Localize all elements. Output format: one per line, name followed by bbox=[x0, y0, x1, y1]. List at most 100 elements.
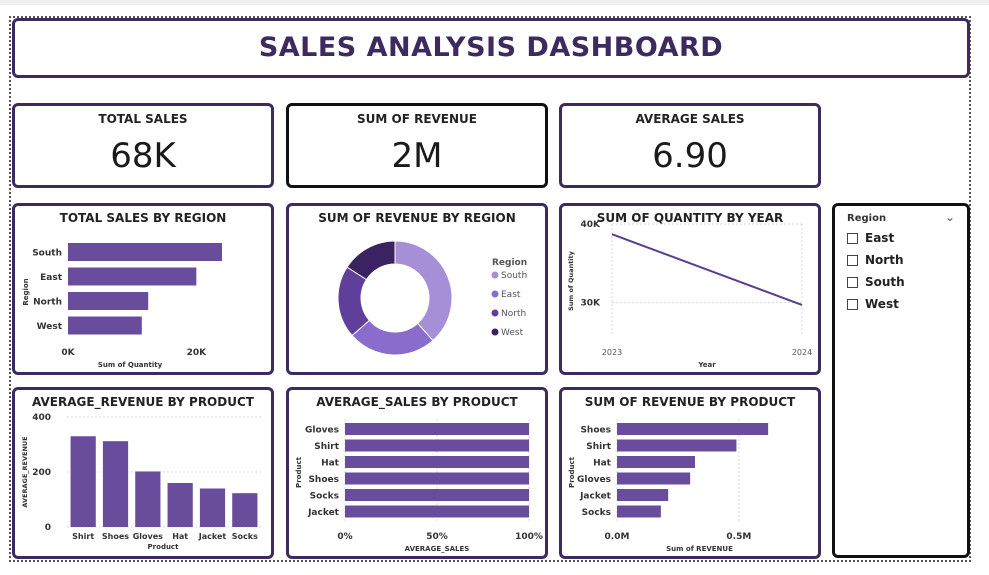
chart-sum-of-quantity-by-year[interactable]: SUM OF QUANTITY BY YEAR 40K 30K 2023 2024 Ye… bbox=[559, 203, 821, 375]
axis-label: AVERAGE_REVENUE bbox=[21, 436, 29, 507]
chevron-down-icon[interactable]: ⌄ bbox=[945, 210, 955, 224]
tick-label: 0 bbox=[45, 523, 51, 533]
category-label: Hat bbox=[321, 459, 340, 469]
window-top-strip bbox=[0, 0, 989, 5]
chart-svg: 400 200 0 Shirt Shoes Gloves Hat Jacket Socks Pro… bbox=[21, 413, 261, 551]
category-label: West bbox=[37, 322, 63, 332]
bar bbox=[617, 439, 737, 452]
category-label: Gloves bbox=[133, 532, 163, 541]
series-line bbox=[611, 233, 803, 306]
pie-slice bbox=[394, 240, 453, 342]
tick-label: 2024 bbox=[792, 348, 812, 357]
category-label: Jacket bbox=[307, 508, 340, 518]
kpi-card-average-sales[interactable]: AVERAGE SALES 6.90 bbox=[559, 103, 821, 188]
legend-marker bbox=[491, 328, 499, 336]
slicer-option-label: South bbox=[865, 275, 905, 289]
category-label: Shirt bbox=[586, 442, 611, 452]
kpi-card-sum-of-revenue[interactable]: SUM OF REVENUE 2M bbox=[286, 103, 548, 188]
bar bbox=[617, 423, 769, 435]
bar bbox=[68, 267, 197, 286]
legend-title: Region bbox=[492, 258, 527, 268]
bar bbox=[68, 243, 222, 261]
bar bbox=[345, 456, 529, 468]
chart-sum-of-revenue-by-region[interactable]: SUM OF REVENUE BY REGION Region South East… bbox=[286, 203, 548, 375]
bar bbox=[345, 472, 529, 485]
checkbox[interactable] bbox=[847, 276, 858, 288]
bar bbox=[617, 489, 669, 501]
bar bbox=[617, 472, 691, 485]
checkbox[interactable] bbox=[847, 232, 858, 244]
chart-sum-of-revenue-by-product[interactable]: SUM OF REVENUE BY PRODUCT Shoes Shirt Hat G… bbox=[559, 387, 821, 559]
legend-label: North bbox=[501, 309, 526, 319]
tick-label: 20K bbox=[187, 348, 208, 358]
bar bbox=[70, 436, 96, 527]
category-label: North bbox=[33, 298, 62, 308]
category-label: Gloves bbox=[305, 426, 339, 436]
category-label: Shoes bbox=[102, 532, 129, 541]
legend-label: West bbox=[501, 328, 524, 338]
region-slicer[interactable]: Region ⌄ East North South West bbox=[832, 203, 970, 558]
legend-marker bbox=[491, 271, 499, 279]
tick-label: 50% bbox=[426, 532, 448, 542]
legend-label: South bbox=[501, 271, 527, 281]
bar bbox=[345, 505, 529, 518]
kpi-label: TOTAL SALES bbox=[98, 112, 188, 126]
chart-svg: South East North West 0K 20K Sum of Quantity Re… bbox=[22, 243, 222, 369]
chart-svg: 40K 30K 2023 2024 Year Sum of Quantity bbox=[567, 220, 812, 369]
category-label: Socks bbox=[232, 532, 258, 541]
category-label: Jacket bbox=[198, 532, 227, 541]
chart-total-sales-by-region[interactable]: TOTAL SALES BY REGION South East North West… bbox=[12, 203, 274, 375]
category-label: Socks bbox=[310, 492, 339, 502]
bar bbox=[345, 423, 529, 435]
tick-label: 400 bbox=[32, 413, 51, 423]
slicer-option-east[interactable]: East bbox=[847, 231, 894, 245]
slicer-title: Region bbox=[847, 213, 887, 224]
tick-label: 0.0M bbox=[605, 532, 630, 542]
axis-label: Sum of Quantity bbox=[98, 361, 163, 369]
slicer-option-label: East bbox=[865, 231, 895, 245]
checkbox[interactable] bbox=[847, 298, 858, 310]
tick-label: 0.5M bbox=[726, 532, 751, 542]
tick-label: 40K bbox=[581, 220, 602, 230]
slicer-option-west[interactable]: West bbox=[847, 297, 899, 311]
category-label: Shoes bbox=[580, 426, 611, 436]
category-label: South bbox=[32, 249, 62, 259]
chart-svg: Region South East North West bbox=[337, 240, 527, 356]
chart-average-revenue-by-product[interactable]: AVERAGE_REVENUE BY PRODUCT 400 200 0 Shirt S… bbox=[12, 387, 274, 559]
legend-marker bbox=[491, 309, 499, 317]
kpi-label: SUM OF REVENUE bbox=[357, 112, 477, 126]
axis-label: Product bbox=[568, 456, 576, 488]
slicer-option-south[interactable]: South bbox=[847, 275, 905, 289]
axis-label: Product bbox=[148, 543, 180, 551]
bar bbox=[102, 441, 129, 527]
kpi-value: 6.90 bbox=[652, 136, 728, 176]
axis-label: Year bbox=[697, 361, 716, 369]
kpi-card-total-sales[interactable]: TOTAL SALES 68K bbox=[12, 103, 274, 188]
category-label: Hat bbox=[593, 459, 612, 469]
axis-label: AVERAGE_SALES bbox=[405, 545, 470, 553]
bar bbox=[232, 493, 258, 527]
category-label: East bbox=[40, 273, 63, 283]
bar bbox=[167, 483, 193, 527]
slicer-option-north[interactable]: North bbox=[847, 253, 903, 267]
axis-label: Sum of Quantity bbox=[567, 250, 575, 311]
dashboard-title: SALES ANALYSIS DASHBOARD bbox=[258, 32, 724, 63]
slicer-option-label: West bbox=[865, 297, 899, 311]
title-card: SALES ANALYSIS DASHBOARD bbox=[12, 18, 970, 78]
axis-label: Product bbox=[295, 456, 303, 488]
bar bbox=[617, 456, 695, 468]
axis-label: Sum of REVENUE bbox=[666, 545, 733, 553]
slicer-option-label: North bbox=[865, 253, 904, 267]
tick-label: 0% bbox=[337, 532, 352, 542]
category-label: Jacket bbox=[579, 492, 612, 502]
chart-svg: Shoes Shirt Hat Gloves Jacket Socks 0.0M 0.5M Su… bbox=[568, 419, 769, 553]
tick-label: 200 bbox=[32, 468, 51, 478]
bar bbox=[135, 471, 161, 527]
category-label: Shoes bbox=[308, 475, 339, 485]
bar bbox=[345, 439, 529, 452]
chart-svg: Gloves Shirt Hat Shoes Socks Jacket 0% 50% 100% A… bbox=[295, 419, 543, 553]
chart-average-sales-by-product[interactable]: AVERAGE_SALES BY PRODUCT Gloves Shirt Hat S… bbox=[286, 387, 548, 559]
legend-label: East bbox=[501, 290, 521, 300]
category-label: Shirt bbox=[314, 442, 339, 452]
checkbox[interactable] bbox=[847, 254, 858, 266]
